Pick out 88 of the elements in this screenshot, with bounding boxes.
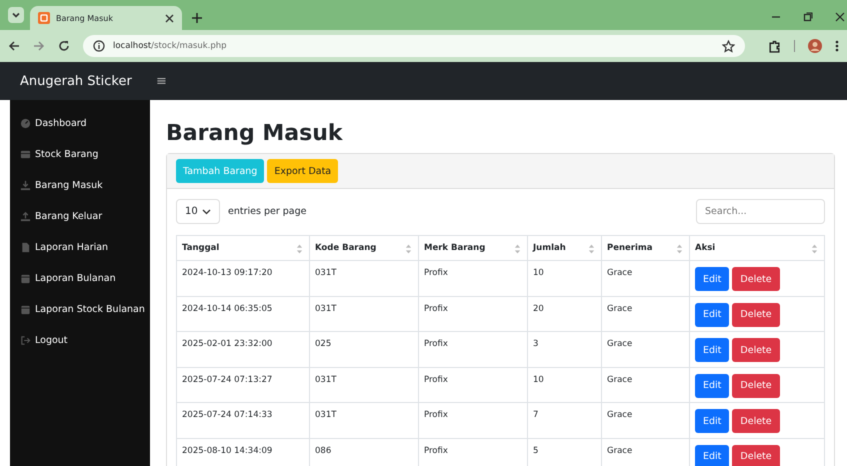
table-cell: 10	[533, 268, 544, 278]
sidebar-item[interactable]: Dashboard	[10, 108, 150, 139]
table-cell: 2024-10-14 06:35:05	[182, 304, 272, 314]
sidebar-item[interactable]: Barang Keluar	[10, 201, 150, 232]
table-icon	[20, 149, 31, 160]
table-cell: Grace	[607, 339, 632, 349]
download-icon	[20, 180, 31, 191]
table-cell: Profix	[424, 339, 448, 349]
table-cell: 20	[533, 304, 544, 314]
brand-link[interactable]: Anugerah Sticker	[0, 74, 152, 88]
file-icon	[20, 242, 31, 253]
table-cell: Grace	[607, 446, 632, 456]
gauge-icon	[20, 118, 31, 129]
table-cell: 5	[533, 446, 538, 456]
table-cell: Grace	[607, 268, 632, 278]
search-field[interactable]: Search...	[696, 199, 825, 224]
table-cell: Grace	[607, 410, 632, 420]
delete-button[interactable]: Delete	[732, 374, 780, 398]
puzzle-icon[interactable]	[768, 40, 781, 52]
browser-tab[interactable]: Barang Masuk	[30, 6, 182, 30]
edit-button[interactable]: Edit	[695, 444, 730, 466]
delete-button[interactable]: Delete	[732, 267, 780, 291]
sidebar-item[interactable]: Barang Masuk	[10, 170, 150, 201]
table-cell: 10	[533, 374, 544, 384]
sidebar-item[interactable]: Laporan Harian	[10, 232, 150, 263]
table-cell: Profix	[424, 446, 448, 456]
calendar-icon	[20, 304, 31, 315]
close-icon[interactable]	[165, 14, 174, 22]
sidebar-item[interactable]: Logout	[10, 325, 150, 356]
reload-icon[interactable]	[58, 40, 70, 52]
column-header[interactable]: Aksi	[695, 243, 716, 253]
table-cell: Grace	[607, 374, 632, 384]
edit-button[interactable]: Edit	[695, 338, 730, 362]
column-header[interactable]: Jumlah	[533, 243, 566, 253]
entries-select[interactable]: 10	[176, 199, 220, 224]
table-cell: 031T	[315, 410, 336, 420]
back-arrow-icon[interactable]	[8, 40, 20, 52]
edit-button[interactable]: Edit	[695, 374, 730, 398]
entries-label: entries per page	[228, 206, 306, 217]
table-cell: 031T	[315, 268, 336, 278]
close-icon[interactable]	[835, 12, 845, 22]
menu-toggle[interactable]: ≡	[152, 74, 171, 88]
sidebar-item[interactable]: Stock Barang	[10, 139, 150, 170]
table-cell: 2025-07-24 07:14:33	[182, 410, 272, 420]
tab-list-button[interactable]	[8, 7, 24, 23]
table-cell: Grace	[607, 304, 632, 314]
favicon-icon	[38, 12, 50, 24]
page-title: Barang Masuk	[166, 120, 344, 148]
table-cell: 025	[315, 339, 332, 349]
chevron-down-icon	[11, 10, 21, 20]
edit-button[interactable]: Edit	[695, 409, 730, 433]
edit-button[interactable]: Edit	[695, 267, 730, 291]
tab-title: Barang Masuk	[56, 14, 114, 22]
delete-button[interactable]: Delete	[732, 409, 780, 433]
export-button[interactable]: Export Data	[267, 159, 338, 183]
url-text: localhost/stock/masuk.php	[113, 41, 227, 51]
sidebar-item[interactable]: Laporan Stock Bulanan	[10, 294, 150, 325]
table-cell: 031T	[315, 374, 336, 384]
table-cell: 3	[533, 339, 538, 349]
table-cell: Profix	[424, 410, 448, 420]
forward-arrow-icon[interactable]	[33, 40, 45, 52]
table-cell: 2025-07-24 07:13:27	[182, 374, 272, 384]
sidebar-item[interactable]: Laporan Bulanan	[10, 263, 150, 294]
table-cell: 2025-08-10 14:34:09	[182, 446, 272, 456]
column-header[interactable]: Tanggal	[182, 243, 220, 253]
edit-button[interactable]: Edit	[695, 302, 730, 326]
table-cell: Profix	[424, 268, 448, 278]
delete-button[interactable]: Delete	[732, 338, 780, 362]
more-icon[interactable]	[835, 40, 839, 52]
calendar-icon	[20, 273, 31, 284]
table-cell: Profix	[424, 304, 448, 314]
plus-icon[interactable]	[192, 13, 202, 23]
table-cell: 7	[533, 410, 538, 420]
table-cell: 031T	[315, 304, 336, 314]
avatar-icon[interactable]	[808, 39, 822, 53]
logout-icon	[20, 335, 31, 346]
table-cell: 2025-02-01 23:32:00	[182, 339, 272, 349]
upload-icon	[20, 211, 31, 222]
address-bar[interactable]: localhost/stock/masuk.php	[83, 35, 745, 57]
chevron-down-icon	[202, 208, 211, 214]
table-cell: 2024-10-13 09:17:20	[182, 268, 272, 278]
star-icon[interactable]	[722, 40, 735, 52]
delete-button[interactable]: Delete	[732, 444, 780, 466]
table-cell: 086	[315, 446, 332, 456]
info-icon	[93, 40, 105, 52]
table-cell: Profix	[424, 374, 448, 384]
delete-button[interactable]: Delete	[732, 302, 780, 326]
restore-icon[interactable]	[803, 12, 813, 22]
